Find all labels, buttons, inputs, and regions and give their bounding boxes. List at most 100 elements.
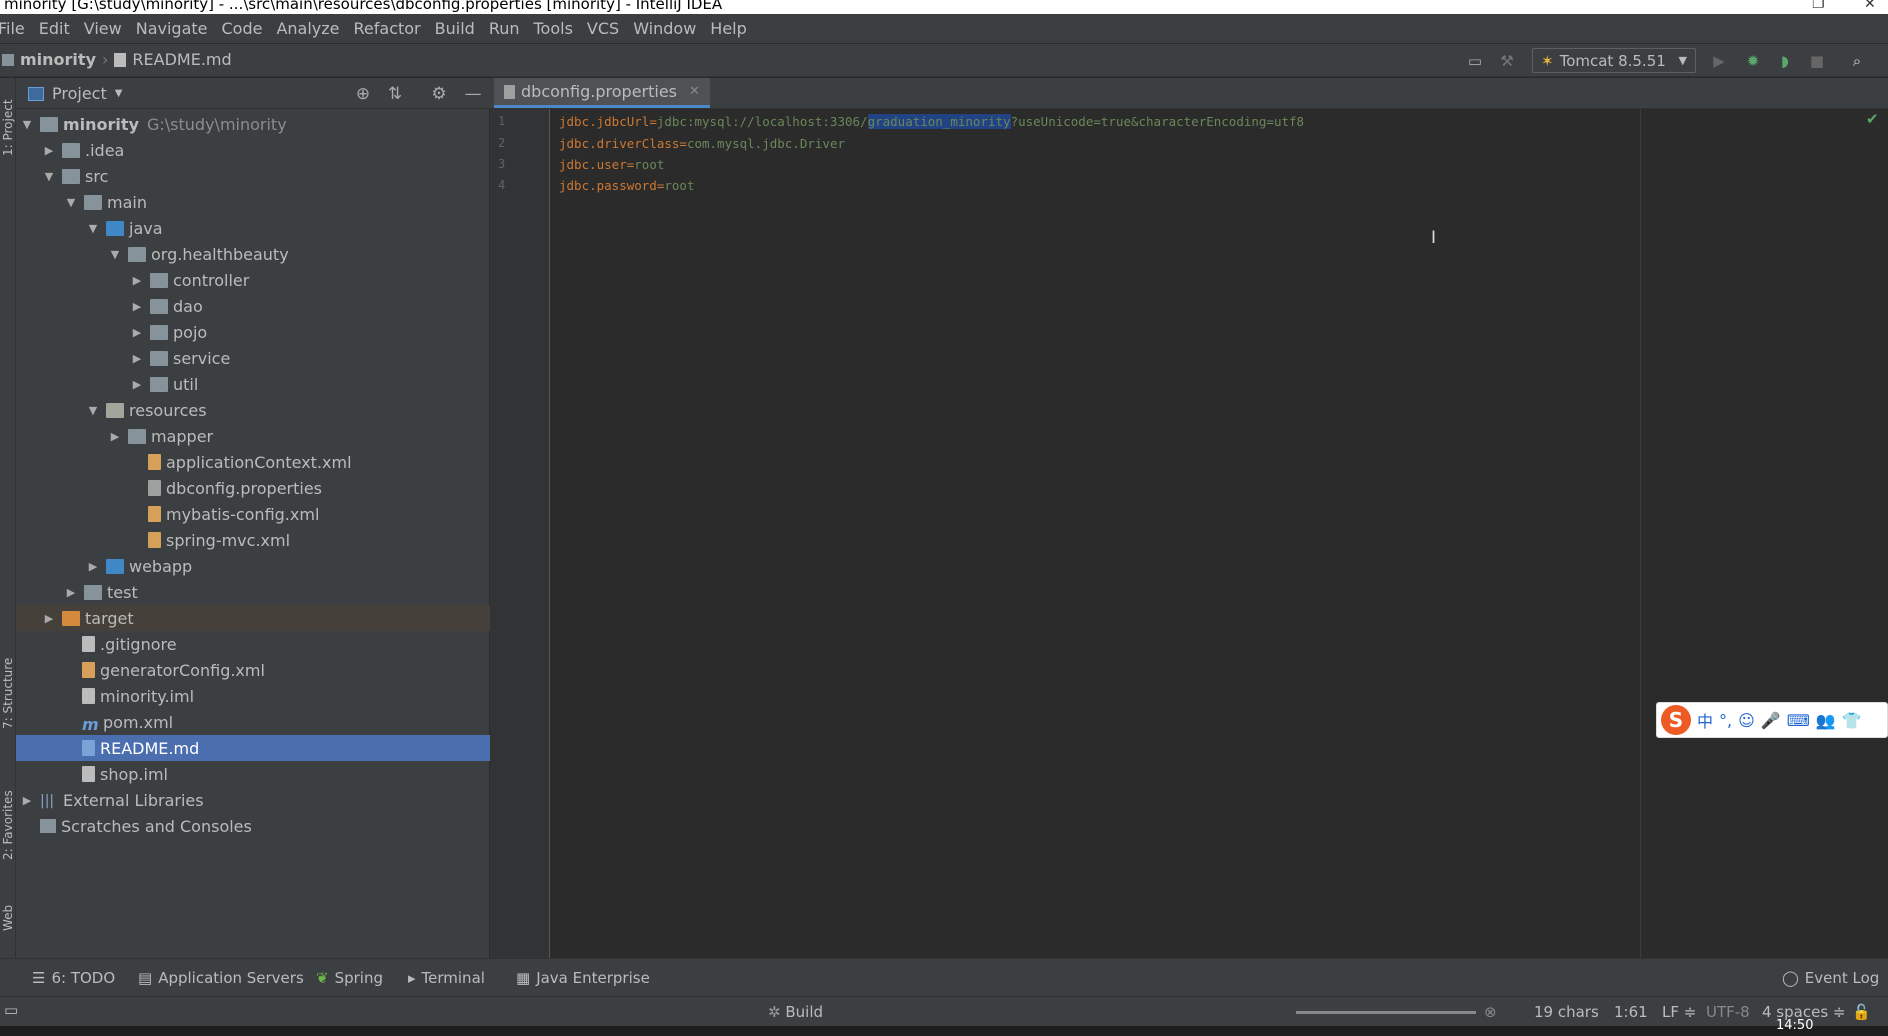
code-editor[interactable] bbox=[550, 109, 1888, 958]
app-servers-tool-button[interactable]: ▤ Application Servers bbox=[138, 969, 304, 987]
menu-tools[interactable]: Tools bbox=[527, 14, 580, 43]
menu-navigate[interactable]: Navigate bbox=[129, 14, 215, 43]
tree-item-external-libraries[interactable]: ▶ ||| External Libraries bbox=[16, 787, 492, 813]
collapsed-arrow-icon[interactable]: ▶ bbox=[108, 430, 122, 443]
sogou-logo[interactable]: S bbox=[1661, 705, 1691, 735]
user-icon[interactable]: 👥 bbox=[1816, 711, 1836, 730]
java-enterprise-tool-button[interactable]: ▦ Java Enterprise bbox=[516, 969, 650, 987]
tree-item-shop-iml[interactable]: shop.iml bbox=[16, 761, 534, 787]
tree-item-generatorconfig-xml[interactable]: generatorConfig.xml bbox=[16, 657, 534, 683]
punctuation-icon[interactable]: °, bbox=[1719, 711, 1732, 730]
collapsed-arrow-icon[interactable]: ▶ bbox=[20, 794, 34, 807]
project-tool-tab[interactable]: 1: Project bbox=[0, 88, 16, 168]
menu-help[interactable]: Help bbox=[703, 14, 753, 43]
expanded-arrow-icon[interactable]: ▼ bbox=[108, 248, 122, 261]
web-tool-tab[interactable]: Web bbox=[0, 898, 16, 938]
tree-item-minority-iml[interactable]: minority.iml bbox=[16, 683, 534, 709]
coverage-icon[interactable]: ◗ bbox=[1774, 50, 1796, 72]
breadcrumb-project[interactable]: minority bbox=[20, 50, 96, 69]
run-icon[interactable]: ▶ bbox=[1708, 50, 1730, 72]
debug-icon[interactable]: ✹ bbox=[1742, 50, 1764, 72]
terminal-tool-button[interactable]: ▸ Terminal bbox=[408, 969, 485, 987]
close-tab-icon[interactable]: ✕ bbox=[689, 84, 700, 99]
collapse-all-icon[interactable]: ⇅ bbox=[384, 83, 406, 105]
menu-refactor[interactable]: Refactor bbox=[347, 14, 428, 43]
expanded-arrow-icon[interactable]: ▼ bbox=[86, 404, 100, 417]
close-icon[interactable]: ✕ bbox=[1864, 0, 1876, 12]
build-status[interactable]: ✲ Build bbox=[768, 1003, 823, 1021]
expanded-arrow-icon[interactable]: ▼ bbox=[20, 118, 34, 131]
file-encoding[interactable]: UTF-8 bbox=[1706, 1003, 1750, 1021]
menu-vcs[interactable]: VCS bbox=[580, 14, 626, 43]
tree-item-src[interactable]: ▼ src bbox=[16, 163, 514, 189]
code-line[interactable]: jdbc.driverClass=com.mysql.jdbc.Driver bbox=[559, 136, 845, 151]
event-log-tool-button[interactable]: ◯ Event Log bbox=[1782, 969, 1879, 987]
cancel-progress-icon[interactable]: ⊗ bbox=[1484, 1003, 1497, 1021]
tree-item-pom-xml[interactable]: m pom.xml bbox=[16, 709, 534, 735]
collapsed-arrow-icon[interactable]: ▶ bbox=[130, 326, 144, 339]
progress-bar bbox=[1296, 1011, 1476, 1014]
skin-icon[interactable]: 👕 bbox=[1842, 711, 1862, 730]
restore-icon[interactable]: ❐ bbox=[1812, 0, 1825, 12]
stop-icon[interactable]: ■ bbox=[1806, 50, 1828, 72]
menu-edit[interactable]: Edit bbox=[32, 14, 77, 43]
menu-file[interactable]: File bbox=[0, 14, 32, 43]
caret-position[interactable]: 1:61 bbox=[1614, 1003, 1648, 1021]
ime-mode[interactable]: 中 bbox=[1697, 708, 1713, 732]
menu-window[interactable]: Window bbox=[626, 14, 703, 43]
search-icon[interactable]: ⌕ bbox=[1846, 50, 1868, 72]
minimize-icon[interactable]: — bbox=[462, 83, 484, 105]
expanded-arrow-icon[interactable]: ▼ bbox=[64, 196, 78, 209]
terminal-icon[interactable]: ▭ bbox=[1464, 50, 1486, 72]
build-hammer-icon[interactable]: ⚒ bbox=[1496, 50, 1518, 72]
microphone-icon[interactable]: 🎤 bbox=[1761, 711, 1781, 730]
collapsed-arrow-icon[interactable]: ▶ bbox=[130, 274, 144, 287]
todo-tool-button[interactable]: ☰ 6: TODO bbox=[32, 969, 115, 987]
expanded-arrow-icon[interactable]: ▼ bbox=[86, 222, 100, 235]
menu-run[interactable]: Run bbox=[482, 14, 527, 43]
collapsed-arrow-icon[interactable]: ▶ bbox=[42, 612, 56, 625]
tab-dbconfig-properties[interactable]: dbconfig.properties ✕ bbox=[494, 78, 710, 108]
collapsed-arrow-icon[interactable]: ▶ bbox=[42, 144, 56, 157]
collapsed-arrow-icon[interactable]: ▶ bbox=[130, 378, 144, 391]
collapsed-arrow-icon[interactable]: ▶ bbox=[64, 586, 78, 599]
expanded-arrow-icon[interactable]: ▼ bbox=[42, 170, 56, 183]
breadcrumb-file[interactable]: README.md bbox=[132, 50, 231, 69]
structure-tool-tab[interactable]: 7: Structure bbox=[0, 648, 16, 738]
collapsed-arrow-icon[interactable]: ▶ bbox=[130, 300, 144, 313]
tree-item-target[interactable]: ▶ target bbox=[16, 605, 514, 631]
toggle-tool-windows-icon[interactable]: ▭ bbox=[4, 1001, 18, 1019]
tree-item-test[interactable]: ▶ test bbox=[16, 579, 536, 605]
locate-file-icon[interactable]: ⊕ bbox=[352, 83, 374, 105]
tree-item-resources[interactable]: ▼ resources bbox=[16, 397, 558, 423]
tree-item-minority[interactable]: ▼ minority G:\study\minority bbox=[16, 111, 492, 137]
tree-item-main[interactable]: ▼ main bbox=[16, 189, 536, 215]
collapsed-arrow-icon[interactable]: ▶ bbox=[130, 352, 144, 365]
ime-toolbar[interactable]: S 中 °, ☺ 🎤 ⌨ 👥 👕 bbox=[1656, 702, 1888, 738]
menu-view[interactable]: View bbox=[77, 14, 129, 43]
tree-item-idea[interactable]: ▶ .idea bbox=[16, 137, 514, 163]
code-line[interactable]: jdbc.jdbcUrl=jdbc:mysql://localhost:3306… bbox=[559, 114, 1304, 129]
tree-item-gitignore[interactable]: .gitignore bbox=[16, 631, 534, 657]
tree-item-java[interactable]: ▼ java bbox=[16, 215, 558, 241]
emoji-icon[interactable]: ☺ bbox=[1738, 711, 1755, 730]
tree-item-readme-md[interactable]: README.md bbox=[16, 735, 534, 761]
spring-tool-button[interactable]: ❦ Spring bbox=[316, 969, 383, 987]
code-line[interactable]: jdbc.password=root bbox=[559, 178, 694, 193]
gear-icon[interactable]: ⚙ bbox=[428, 83, 450, 105]
tree-item-webapp[interactable]: ▶ webapp bbox=[16, 553, 558, 579]
run-config-dropdown[interactable]: ✶ Tomcat 8.5.51 ▼ bbox=[1532, 48, 1696, 73]
menu-analyze[interactable]: Analyze bbox=[269, 14, 346, 43]
tree-item-scratches[interactable]: Scratches and Consoles bbox=[16, 813, 512, 839]
code-line[interactable]: jdbc.user=root bbox=[559, 157, 664, 172]
menu-build[interactable]: Build bbox=[428, 14, 482, 43]
menu-code[interactable]: Code bbox=[215, 14, 270, 43]
favorites-tool-tab[interactable]: 2: Favorites bbox=[0, 780, 16, 870]
property-value: jdbc:mysql://localhost:3306/ bbox=[656, 114, 868, 129]
project-view-selector[interactable]: Project ▼ bbox=[28, 84, 122, 103]
event-log-icon: ◯ bbox=[1782, 969, 1799, 987]
collapsed-arrow-icon[interactable]: ▶ bbox=[86, 560, 100, 573]
line-separator[interactable]: LF ≑ bbox=[1662, 1003, 1696, 1021]
keyboard-icon[interactable]: ⌨ bbox=[1787, 711, 1810, 730]
lock-icon[interactable]: 🔓 bbox=[1852, 1003, 1871, 1021]
